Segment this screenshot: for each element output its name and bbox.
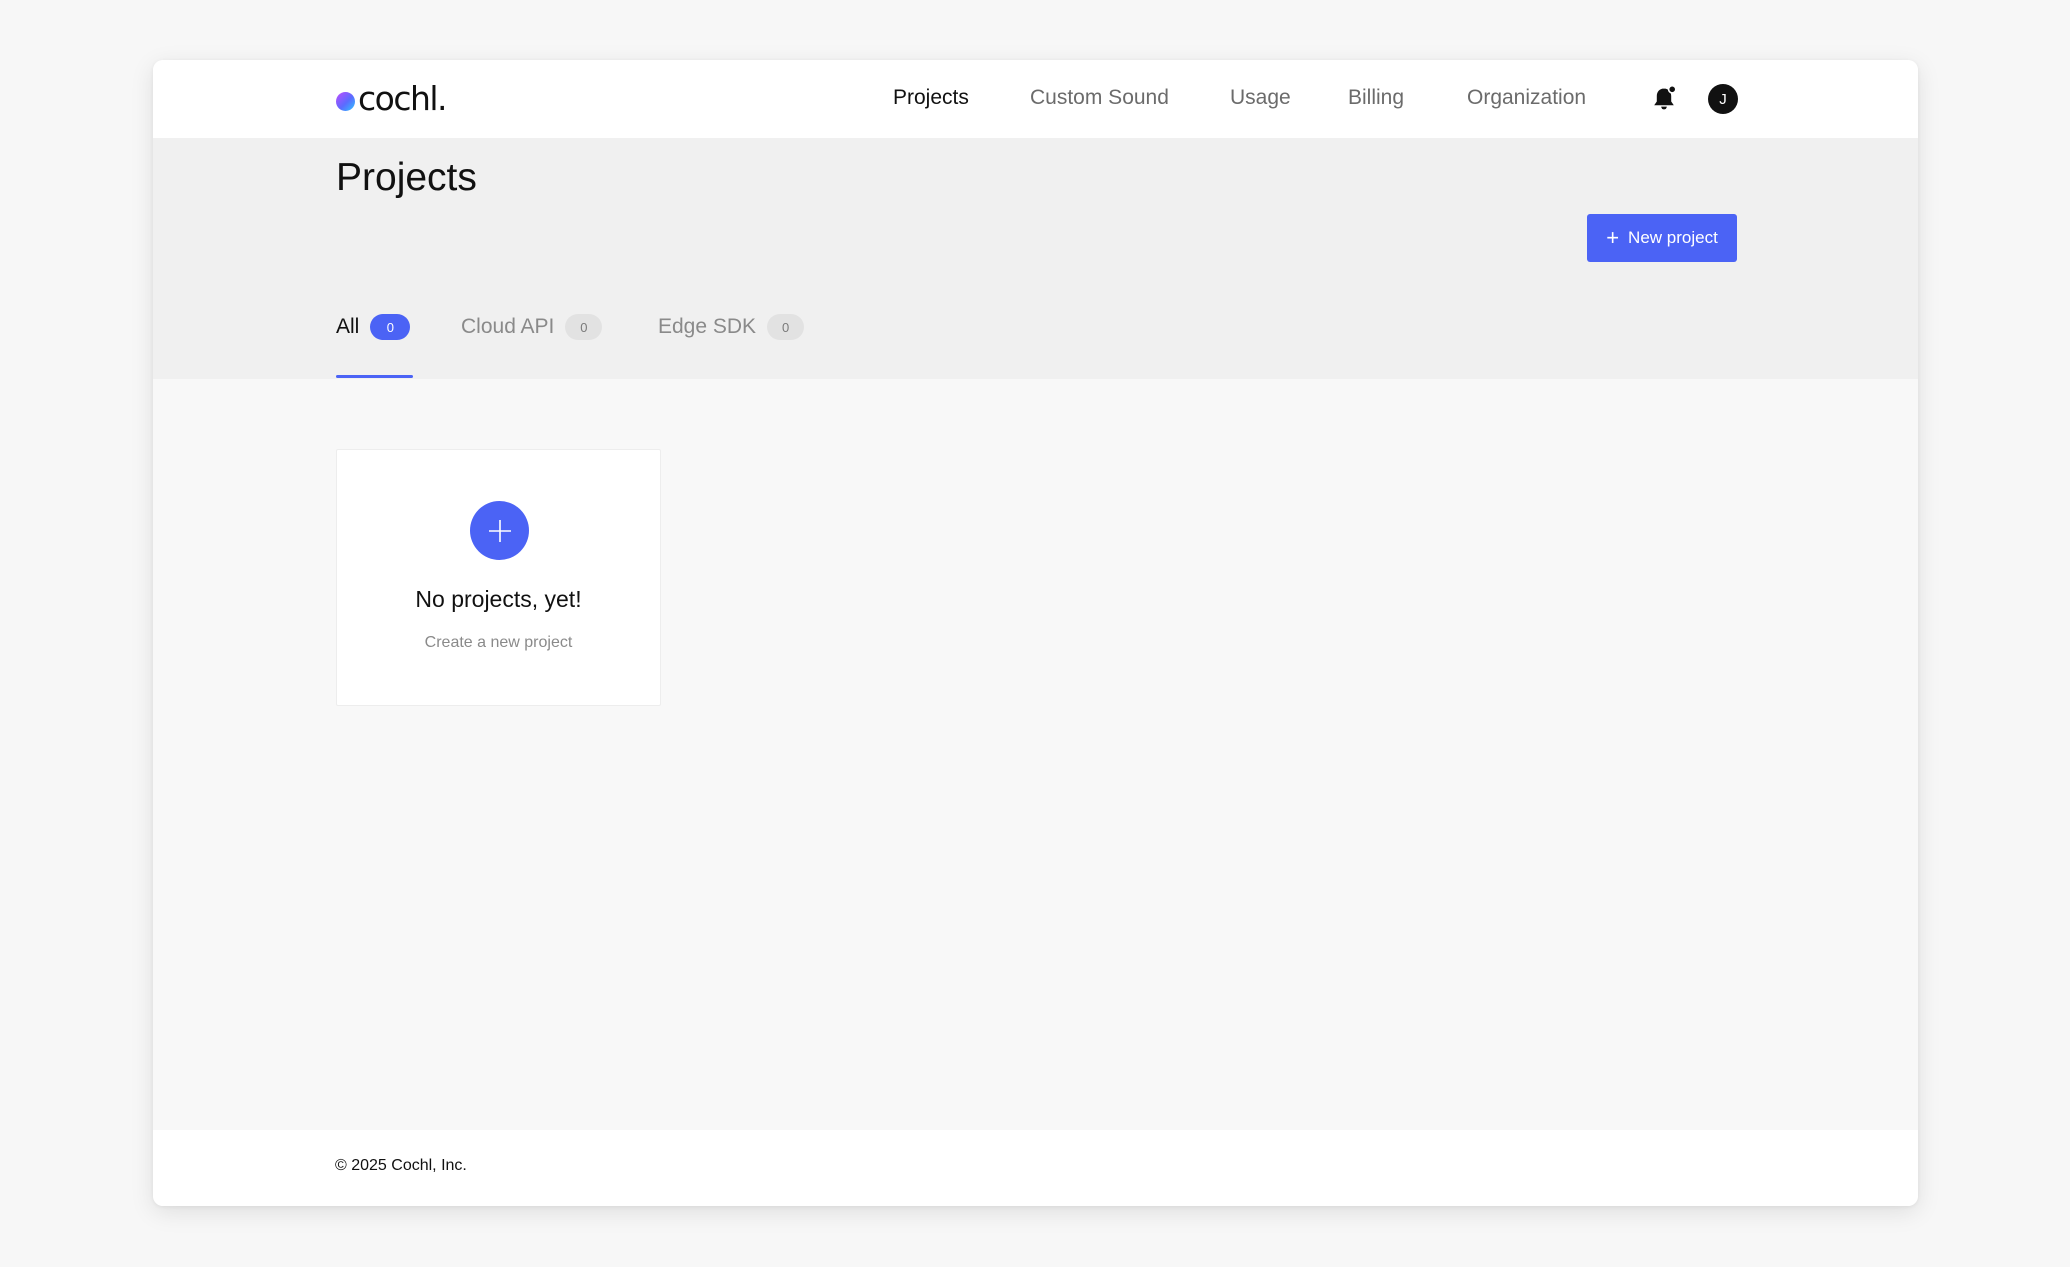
empty-projects-card[interactable]: No projects, yet! Create a new project bbox=[336, 449, 661, 706]
tab-label: All bbox=[336, 315, 360, 338]
count-badge: 0 bbox=[370, 314, 411, 340]
tab-label: Cloud API bbox=[461, 315, 555, 338]
avatar-initial: J bbox=[1719, 90, 1727, 108]
tab-cloud-api[interactable]: Cloud API 0 bbox=[461, 314, 603, 340]
plus-icon bbox=[488, 519, 511, 542]
empty-state-title: No projects, yet! bbox=[415, 586, 582, 612]
nav-item-custom-sound[interactable]: Custom Sound bbox=[1030, 86, 1169, 110]
plus-icon: + bbox=[1606, 225, 1620, 250]
copyright-text: © 2025 Cochl, Inc. bbox=[335, 1157, 467, 1174]
nav-item-billing[interactable]: Billing bbox=[1348, 86, 1404, 110]
user-avatar[interactable]: J bbox=[1708, 84, 1738, 114]
top-navigation-bar: cochl. Projects Custom Sound Usage Billi… bbox=[153, 60, 1918, 138]
add-project-icon[interactable] bbox=[470, 501, 529, 560]
app-window: cochl. Projects Custom Sound Usage Billi… bbox=[153, 60, 1918, 1206]
footer: © 2025 Cochl, Inc. bbox=[153, 1130, 1918, 1206]
bell-icon[interactable] bbox=[1649, 84, 1679, 114]
new-project-label: New project bbox=[1628, 228, 1718, 247]
tab-edge-sdk[interactable]: Edge SDK 0 bbox=[658, 314, 805, 340]
notification-dot bbox=[1667, 84, 1677, 94]
nav-item-projects[interactable]: Projects bbox=[893, 86, 969, 110]
page-title: Projects bbox=[336, 156, 477, 199]
tab-all[interactable]: All 0 bbox=[336, 314, 411, 340]
active-tab-indicator bbox=[336, 375, 413, 378]
bell-icon-graphic bbox=[1654, 84, 1677, 110]
nav-item-usage[interactable]: Usage bbox=[1230, 86, 1291, 110]
nav-item-organization[interactable]: Organization bbox=[1467, 86, 1586, 110]
new-project-button[interactable]: + New project bbox=[1587, 214, 1737, 262]
count-badge: 0 bbox=[767, 314, 805, 340]
count-badge: 0 bbox=[565, 314, 603, 340]
tab-label: Edge SDK bbox=[658, 315, 757, 338]
empty-state-subtitle: Create a new project bbox=[424, 634, 573, 651]
